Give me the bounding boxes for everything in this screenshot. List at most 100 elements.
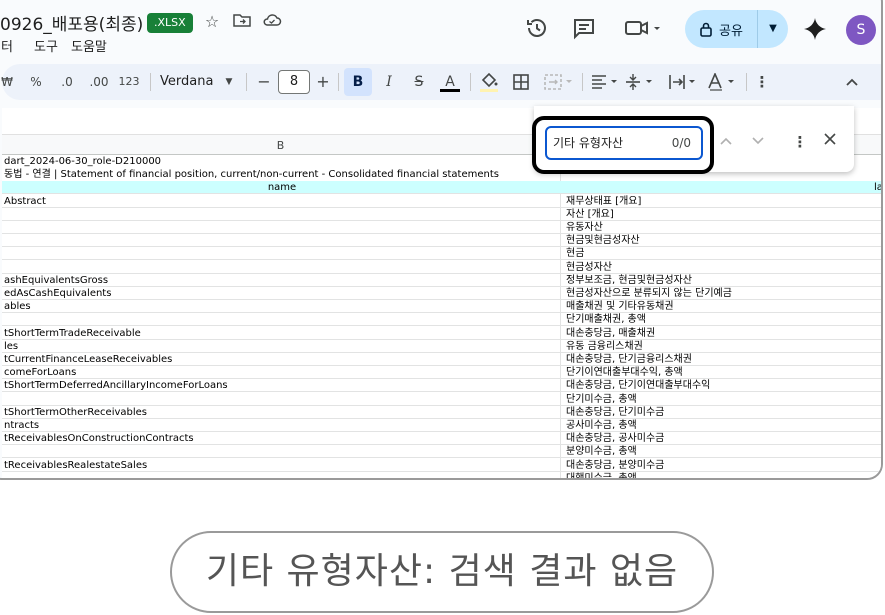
cell-c[interactable]: 현금성자산으로 분류되지 않는 단기예금: [566, 287, 881, 300]
increase-decimal-button[interactable]: .00: [86, 64, 112, 100]
share-dropdown-icon[interactable]: ▼: [758, 10, 788, 48]
cell-c[interactable]: 매출채권 및 기타유동채권: [566, 300, 881, 313]
table-row[interactable]: tReceivablesOnConstructionContracts 대손충당금…: [2, 432, 881, 446]
cell-b[interactable]: tShortTermTradeReceivable: [4, 327, 560, 340]
avatar[interactable]: S: [846, 15, 876, 45]
table-row[interactable]: 대행미수금, 총액: [2, 472, 881, 478]
currency-format-button[interactable]: ₩: [0, 64, 14, 100]
cell-b[interactable]: tReceivablesOnConstructionContracts: [4, 432, 560, 445]
cloud-status-icon[interactable]: [262, 12, 282, 32]
bold-button[interactable]: B: [344, 64, 372, 100]
vertical-align-icon[interactable]: [624, 64, 658, 100]
table-row[interactable]: 유동자산: [2, 221, 881, 234]
cell-b[interactable]: ntracts: [4, 419, 560, 432]
gemini-icon[interactable]: [803, 17, 829, 43]
menu-help[interactable]: 도움말: [71, 36, 107, 55]
cell-b[interactable]: ables: [4, 300, 560, 313]
cell-c[interactable]: la: [874, 181, 881, 194]
font-family-select[interactable]: Verdana: [160, 64, 220, 100]
find-input[interactable]: 기타 유형자산 0/0: [545, 126, 703, 160]
cell-c[interactable]: 대손충당금, 단기이연대출부대수익: [566, 379, 881, 392]
cell-c[interactable]: 단기매출채권, 총액: [566, 313, 881, 326]
share-button[interactable]: 공유: [685, 10, 757, 48]
cell-c[interactable]: 대손충당금, 단기금융리스채권: [566, 353, 881, 366]
merge-cells-icon[interactable]: [542, 64, 576, 100]
decrease-decimal-button[interactable]: .0: [56, 64, 78, 100]
cell-c[interactable]: 단기미수금, 총액: [566, 393, 881, 406]
horizontal-align-icon[interactable]: [590, 64, 622, 100]
cell-b[interactable]: name: [4, 181, 560, 194]
table-row[interactable]: 현금및현금성자산: [2, 234, 881, 248]
column-header-b[interactable]: B: [2, 135, 560, 156]
more-options-icon[interactable]: ⋮: [754, 64, 770, 100]
italic-button[interactable]: I: [380, 64, 398, 100]
font-dropdown-icon[interactable]: ▼: [222, 64, 236, 100]
cell-c[interactable]: 현금및현금성자산: [566, 234, 881, 247]
cell-c[interactable]: 대손충당금, 분양미수금: [566, 459, 881, 472]
table-row[interactable]: ables 매출채권 및 기타유동채권: [2, 300, 881, 314]
table-row[interactable]: 단기미수금, 총액: [2, 393, 881, 406]
table-row[interactable]: tCurrentFinanceLeaseReceivables 대손충당금, 단기…: [2, 353, 881, 366]
document-title[interactable]: 0926_배포용(최종): [0, 10, 143, 35]
cell-b[interactable]: comeForLoans: [4, 366, 560, 379]
cell-c[interactable]: 정부보조금, 현금및현금성자산: [566, 274, 881, 287]
cell-b[interactable]: tReceivablesRealestateSales: [4, 459, 560, 472]
cell-c[interactable]: 대행미수금, 총액: [566, 472, 881, 478]
table-row[interactable]: ntracts 공사미수금, 총액: [2, 419, 881, 432]
cell-c[interactable]: 대손충당금, 공사미수금: [566, 432, 881, 445]
comments-icon[interactable]: [572, 16, 598, 42]
version-history-icon[interactable]: [525, 16, 551, 42]
table-row[interactable]: comeForLoans 단기이연대출부대수익, 총액: [2, 366, 881, 380]
text-wrap-icon[interactable]: [667, 64, 701, 100]
cell-b[interactable]: ashEquivalentsGross: [4, 274, 560, 287]
fill-color-icon[interactable]: [478, 64, 500, 100]
percent-format-button[interactable]: %: [26, 64, 46, 100]
decrease-font-size-button[interactable]: −: [256, 64, 272, 100]
table-row[interactable]: 분양미수금, 총액: [2, 445, 881, 459]
cell-c[interactable]: 유동 금융리스채권: [566, 340, 881, 353]
cell-c[interactable]: 대손충당금, 매출채권: [566, 327, 881, 340]
table-row[interactable]: 현금: [2, 247, 881, 261]
table-row[interactable]: ashEquivalentsGross 정부보조금, 현금및현금성자산: [2, 274, 881, 287]
table-row[interactable]: edAsCashEquivalents 현금성자산으로 분류되지 않는 단기예금: [2, 287, 881, 300]
cell-c[interactable]: 자산 [개요]: [566, 208, 881, 221]
find-options-icon[interactable]: ⋮: [790, 132, 810, 152]
table-row[interactable]: les 유동 금융리스채권: [2, 340, 881, 353]
increase-font-size-button[interactable]: +: [315, 64, 331, 100]
find-previous-icon[interactable]: [716, 132, 736, 152]
cell-b[interactable]: 동법 - 연결 | Statement of financial positio…: [4, 168, 560, 181]
table-row[interactable]: tReceivablesRealestateSales 대손충당금, 분양미수금: [2, 459, 881, 472]
cell-b[interactable]: tCurrentFinanceLeaseReceivables: [4, 353, 560, 366]
collapse-toolbar-icon[interactable]: [842, 64, 862, 100]
menu-data[interactable]: 터: [1, 36, 13, 55]
cell-c[interactable]: 단기이연대출부대수익, 총액: [566, 366, 881, 379]
table-row[interactable]: 자산 [개요]: [2, 208, 881, 221]
cell-c[interactable]: 유동자산: [566, 221, 881, 234]
cell-b[interactable]: dart_2024-06-30_role-D210000: [4, 155, 560, 168]
cell-c[interactable]: 재무상태표 [개요]: [566, 195, 881, 208]
cell-b[interactable]: tShortTermDeferredAncillaryIncomeForLoan…: [4, 379, 560, 392]
cell-c[interactable]: 현금성자산: [566, 261, 881, 274]
table-row[interactable]: tShortTermTradeReceivable 대손충당금, 매출채권: [2, 327, 881, 340]
cell-b[interactable]: Abstract: [4, 195, 560, 208]
table-row[interactable]: 단기매출채권, 총액: [2, 313, 881, 327]
table-row[interactable]: 현금성자산: [2, 261, 881, 274]
more-formats-button[interactable]: 123: [116, 64, 142, 100]
text-rotation-icon[interactable]: [706, 64, 740, 100]
menu-tools[interactable]: 도구: [34, 36, 58, 55]
text-color-button[interactable]: A: [439, 64, 461, 100]
table-row[interactable]: tShortTermDeferredAncillaryIncomeForLoan…: [2, 379, 881, 393]
table-row[interactable]: tShortTermOtherReceivables 대손충당금, 단기미수금: [2, 406, 881, 419]
cell-c[interactable]: 분양미수금, 총액: [566, 445, 881, 458]
cell-c[interactable]: 현금: [566, 247, 881, 260]
cell-b[interactable]: edAsCashEquivalents: [4, 287, 560, 300]
cell-c[interactable]: 대손충당금, 단기미수금: [566, 406, 881, 419]
borders-icon[interactable]: [510, 64, 532, 100]
cell-c[interactable]: 공사미수금, 총액: [566, 419, 881, 432]
cell-b[interactable]: les: [4, 340, 560, 353]
meet-icon[interactable]: [624, 16, 664, 42]
strikethrough-button[interactable]: S: [410, 64, 428, 100]
move-folder-icon[interactable]: [232, 12, 252, 32]
header-row[interactable]: name la: [2, 181, 881, 195]
find-next-icon[interactable]: [748, 132, 768, 152]
